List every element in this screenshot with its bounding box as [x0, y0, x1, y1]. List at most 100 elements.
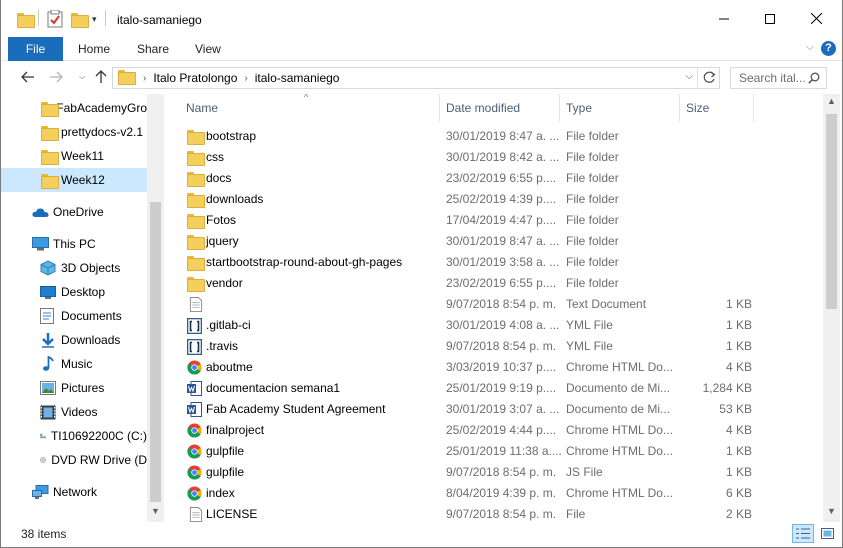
- file-size: 1,284 KB: [702, 381, 752, 395]
- search-box[interactable]: Search ital...: [730, 67, 827, 89]
- tab-file[interactable]: File: [8, 37, 63, 61]
- sidebar-item-c-drive[interactable]: TI10692200C (C:): [1, 424, 147, 448]
- title-bar[interactable]: ▾ italo-samaniego: [1, 0, 842, 37]
- scroll-thumb[interactable]: [150, 202, 161, 502]
- table-row[interactable]: vendor 23/02/2019 6:55 p.... File folder: [166, 273, 823, 294]
- table-row[interactable]: bootstrap 30/01/2019 8:47 a. ... File fold…: [166, 126, 823, 147]
- table-row[interactable]: .travis 9/07/2018 8:54 p. m. YML File 1 KB: [166, 336, 823, 357]
- tab-share[interactable]: Share: [137, 37, 169, 61]
- sidebar-item-this-pc[interactable]: This PC: [1, 232, 147, 256]
- sidebar-item-desktop[interactable]: Desktop: [1, 280, 147, 304]
- refresh-icon: [703, 71, 716, 83]
- sidebar-item-fabacademygro[interactable]: FabAcademyGro: [1, 96, 147, 120]
- sidebar-item-network[interactable]: Network: [1, 480, 147, 504]
- file-icon-wrap: [187, 171, 205, 187]
- file-size: 6 KB: [725, 486, 752, 500]
- close-button[interactable]: [793, 0, 839, 37]
- table-row[interactable]: downloads 25/02/2019 4:39 p.... File folde…: [166, 189, 823, 210]
- sidebar-item-label: Desktop: [61, 285, 106, 299]
- details-view-button[interactable]: [792, 524, 814, 543]
- downloads-icon: [42, 333, 54, 348]
- scroll-up-chevron-icon[interactable]: ▲: [827, 96, 836, 106]
- tab-home[interactable]: Home: [78, 37, 110, 61]
- table-row[interactable]: 9/07/2018 8:54 p. m. Text Document 1 KB: [166, 294, 823, 315]
- new-folder-icon[interactable]: [71, 9, 89, 29]
- table-row[interactable]: gulpfile 9/07/2018 8:54 p. m. JS File 1 KB: [166, 462, 823, 483]
- large-icons-view-button[interactable]: [819, 526, 835, 541]
- sidebar-item-downloads[interactable]: Downloads: [1, 328, 147, 352]
- scroll-down-chevron-icon[interactable]: ▼: [151, 506, 160, 516]
- maximize-button[interactable]: [747, 0, 793, 37]
- table-row[interactable]: index 8/04/2019 4:39 p. m. Chrome HTML Do.…: [166, 483, 823, 504]
- file-list-scrollbar[interactable]: ▲ ▼: [823, 94, 840, 522]
- sidebar-item-label: FabAcademyGro: [56, 101, 147, 115]
- table-row[interactable]: LICENSE 9/07/2018 8:54 p. m. File 2 KB: [166, 504, 823, 522]
- table-row[interactable]: .gitlab-ci 30/01/2019 4:08 a. ... YML File…: [166, 315, 823, 336]
- table-row[interactable]: Fab Academy Student Agreement 30/01/2019 …: [166, 399, 823, 420]
- sidebar-item-week12[interactable]: Week12: [1, 168, 147, 192]
- file-size: 1 KB: [725, 465, 752, 479]
- table-row[interactable]: gulpfile 25/01/2019 11:38 a.... Chrome HTM…: [166, 441, 823, 462]
- properties-icon[interactable]: [47, 9, 63, 29]
- table-row[interactable]: css 30/01/2019 8:42 a. ... File folder: [166, 147, 823, 168]
- help-icon[interactable]: ?: [821, 41, 836, 56]
- up-button[interactable]: [92, 68, 110, 86]
- forward-arrow-icon: [50, 71, 63, 83]
- file-icon-wrap: [187, 255, 205, 271]
- sidebar-item-dvd-drive[interactable]: DVD RW Drive (D: [1, 448, 147, 472]
- tab-view[interactable]: View: [195, 37, 221, 61]
- table-row[interactable]: documentacion semana1 25/01/2019 9:19 p..…: [166, 378, 823, 399]
- sidebar-item-music[interactable]: Music: [1, 352, 147, 376]
- column-header-date-modified[interactable]: Date modified: [440, 94, 560, 122]
- file-list[interactable]: ^ Name Date modified Type Size bootstrap…: [166, 94, 823, 522]
- table-row[interactable]: startbootstrap-round-about-gh-pages 30/01…: [166, 252, 823, 273]
- recent-locations-chevron-icon[interactable]: ⌵: [73, 68, 91, 86]
- column-header-size[interactable]: Size: [680, 94, 754, 122]
- table-row[interactable]: docs 23/02/2019 6:55 p.... File folder: [166, 168, 823, 189]
- file-size: 2 KB: [725, 507, 752, 521]
- column-header-name[interactable]: Name: [180, 94, 440, 122]
- sidebar-item-onedrive[interactable]: OneDrive: [1, 200, 147, 224]
- forward-button[interactable]: [47, 68, 65, 86]
- file-explorer-window: ▾ italo-samaniego File Home Share View ⌵…: [0, 0, 843, 548]
- sidebar-item-videos[interactable]: Videos: [1, 400, 147, 424]
- breadcrumb-italo-pratolongo[interactable]: Italo Pratolongo: [153, 71, 237, 85]
- table-row[interactable]: Fotos 17/04/2019 4:47 p.... File folder: [166, 210, 823, 231]
- file-icon-wrap: [187, 213, 205, 229]
- navigation-pane[interactable]: FabAcademyGro prettydocs-v2.1 Week11 Wee…: [1, 94, 149, 522]
- scroll-down-chevron-icon[interactable]: ▼: [827, 506, 836, 516]
- search-input[interactable]: Search ital...: [739, 71, 806, 85]
- refresh-button[interactable]: [702, 70, 716, 88]
- table-row[interactable]: jquery 30/01/2019 8:47 a. ... File folder: [166, 231, 823, 252]
- sidebar-item-label: This PC: [53, 237, 96, 251]
- file-date-modified: 30/01/2019 4:08 a. ...: [446, 318, 560, 332]
- scroll-thumb[interactable]: [826, 114, 837, 309]
- address-bar[interactable]: › Italo Pratolongo › italo-samaniego ⌵: [112, 67, 720, 89]
- folder-icon: [41, 101, 60, 117]
- table-row[interactable]: finalproject 25/02/2019 4:44 p.... Chrome …: [166, 420, 823, 441]
- file-icon-wrap: [187, 381, 203, 396]
- sidebar-item-3d-objects[interactable]: 3D Objects: [1, 256, 147, 280]
- word-doc-icon: [187, 381, 202, 396]
- sidebar-item-documents[interactable]: Documents: [1, 304, 147, 328]
- expand-ribbon-chevron-icon[interactable]: ⌵: [806, 41, 814, 54]
- file-date-modified: 25/02/2019 4:44 p....: [446, 423, 557, 437]
- file-size: 1 KB: [725, 444, 752, 458]
- file-type: Chrome HTML Do...: [566, 360, 673, 374]
- sidebar-item-week11[interactable]: Week11: [1, 144, 147, 168]
- navigation-pane-scrollbar[interactable]: ▼: [147, 94, 164, 522]
- breadcrumb-italo-samaniego[interactable]: italo-samaniego: [255, 71, 340, 85]
- back-button[interactable]: [19, 68, 37, 86]
- folder-icon: [187, 130, 205, 145]
- address-dropdown-chevron-icon[interactable]: ⌵: [685, 71, 693, 82]
- file-name: LICENSE: [206, 507, 258, 521]
- file-type: Chrome HTML Do...: [566, 444, 673, 458]
- file-date-modified: 8/04/2019 4:39 p. m.: [446, 486, 557, 500]
- customize-toolbar-chevron-icon[interactable]: ▾: [92, 9, 97, 29]
- sidebar-item-prettydocs[interactable]: prettydocs-v2.1: [1, 120, 147, 144]
- sidebar-item-pictures[interactable]: Pictures: [1, 376, 147, 400]
- minimize-button[interactable]: [701, 0, 747, 37]
- column-header-type[interactable]: Type: [560, 94, 680, 122]
- table-row[interactable]: aboutme 3/03/2019 10:37 p.... Chrome HTML …: [166, 357, 823, 378]
- sidebar-item-label: Week12: [61, 173, 105, 187]
